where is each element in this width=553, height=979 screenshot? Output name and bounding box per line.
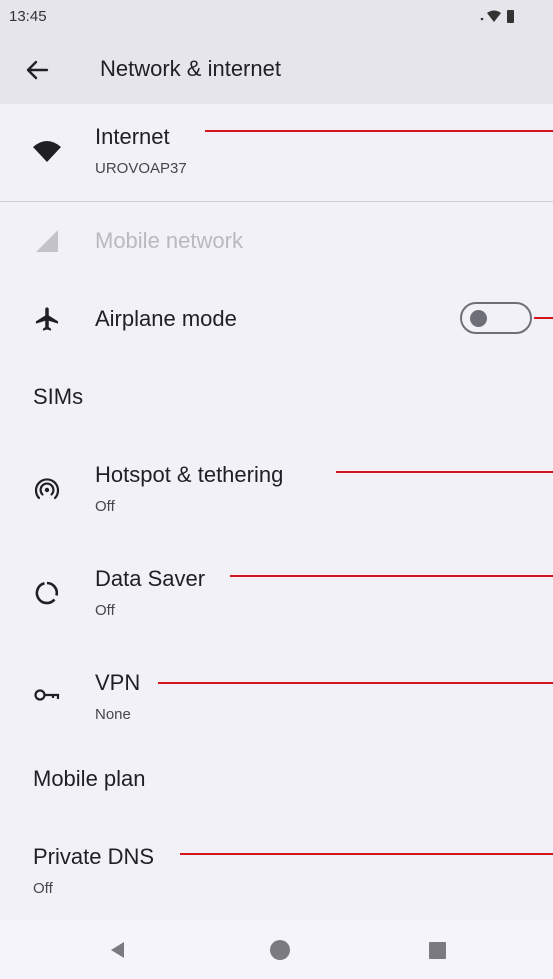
signal-battery-icon: [480, 10, 514, 23]
nav-recents-button[interactable]: [425, 938, 449, 962]
vpn-item[interactable]: VPN None: [0, 644, 553, 748]
app-bar: Network & internet: [0, 34, 553, 104]
hotspot-subtitle: Off: [95, 498, 115, 515]
private-dns-item[interactable]: Private DNS Off: [0, 826, 553, 920]
status-icons: [479, 8, 519, 24]
annotation-line: [534, 317, 553, 319]
wifi-icon: [32, 136, 62, 166]
page-title: Network & internet: [100, 56, 281, 81]
airplane-mode-title: Airplane mode: [95, 306, 237, 331]
hotspot-icon: [32, 474, 62, 504]
annotation-line: [336, 471, 553, 473]
status-time: 13:45: [9, 8, 47, 25]
hotspot-item[interactable]: Hotspot & tethering Off: [0, 436, 553, 540]
annotation-line: [205, 130, 553, 132]
vpn-subtitle: None: [95, 706, 131, 723]
status-bar: 13:45: [0, 0, 553, 34]
private-dns-title: Private DNS: [33, 844, 155, 869]
data-saver-title: Data Saver: [95, 566, 206, 591]
internet-title: Internet: [95, 124, 170, 149]
cell-signal-icon: [32, 226, 62, 256]
triangle-back-icon: [111, 942, 124, 958]
private-dns-subtitle: Off: [33, 880, 53, 897]
mobile-plan-title: Mobile plan: [33, 766, 146, 791]
internet-item[interactable]: Internet UROVOAP37: [0, 104, 553, 201]
data-saver-subtitle: Off: [95, 602, 115, 619]
sims-title: SIMs: [33, 384, 84, 409]
annotation-line: [158, 682, 553, 684]
nav-back-button[interactable]: [106, 938, 130, 962]
hotspot-title: Hotspot & tethering: [95, 462, 284, 487]
annotation-line: [230, 575, 553, 577]
airplane-mode-toggle[interactable]: [460, 302, 532, 334]
sims-item[interactable]: SIMs: [0, 358, 553, 436]
annotation-line: [180, 853, 553, 855]
square-recents-icon: [429, 942, 446, 959]
navigation-bar: [0, 920, 553, 979]
nav-home-button[interactable]: [268, 938, 292, 962]
circle-home-icon: [270, 940, 290, 960]
data-saver-item[interactable]: Data Saver Off: [0, 540, 553, 644]
arrow-left-icon: [26, 60, 49, 80]
data-saver-icon: [32, 578, 62, 608]
key-icon: [32, 680, 62, 710]
internet-subtitle: UROVOAP37: [95, 160, 187, 177]
toggle-thumb: [470, 310, 487, 327]
mobile-plan-item[interactable]: Mobile plan: [0, 748, 553, 826]
back-button[interactable]: [22, 55, 52, 85]
mobile-network-title: Mobile network: [95, 228, 243, 253]
vpn-title: VPN: [95, 670, 141, 695]
airplane-icon: [32, 304, 62, 334]
mobile-network-item: Mobile network: [0, 202, 553, 280]
